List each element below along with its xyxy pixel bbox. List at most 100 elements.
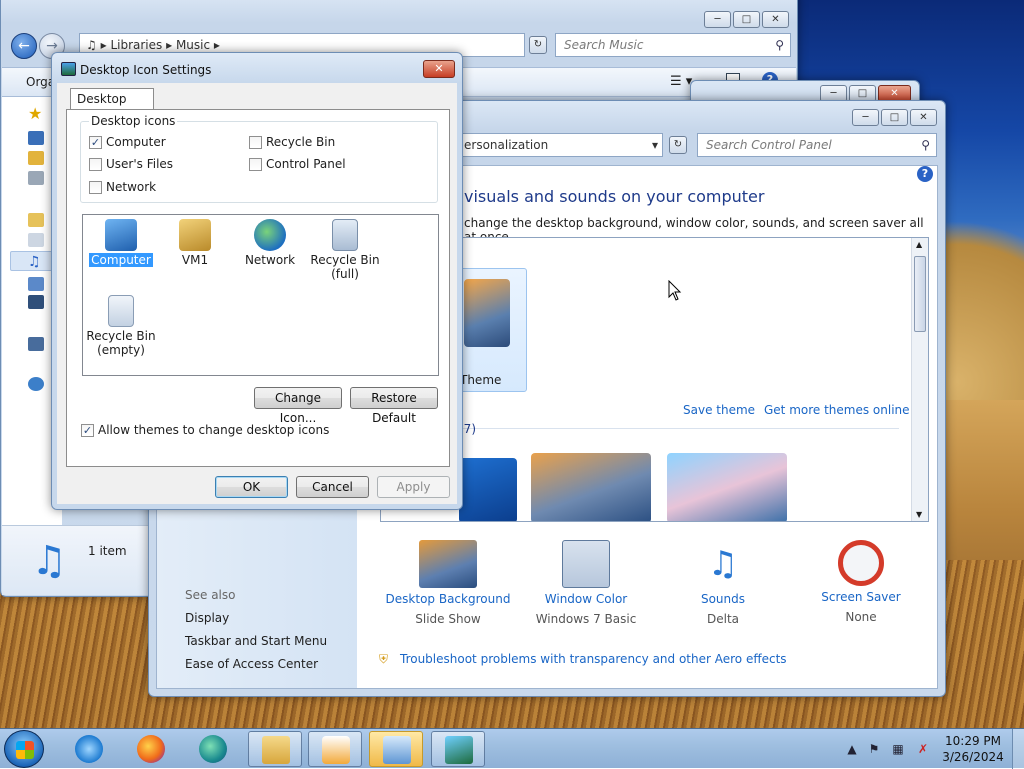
show-desktop-button[interactable] <box>1012 729 1024 769</box>
taskbar-internet-explorer[interactable] <box>62 731 116 767</box>
documents-icon[interactable] <box>28 233 44 247</box>
themes-scrollbar[interactable]: ▲ ▼ <box>911 238 928 521</box>
desktop-background-label[interactable]: Desktop Background <box>378 592 518 606</box>
apply-button[interactable]: Apply <box>377 476 450 498</box>
architecture-theme-thumb[interactable] <box>531 453 651 521</box>
volume-muted-icon[interactable]: ✗ <box>916 742 930 756</box>
display-link[interactable]: Display <box>185 611 229 625</box>
save-theme-link[interactable]: Save theme <box>683 403 755 417</box>
scroll-thumb[interactable] <box>914 256 926 332</box>
recycle-bin-full-line1: Recycle Bin <box>310 253 380 267</box>
chevron-down-icon[interactable]: ▾ <box>652 134 658 156</box>
checkbox-control-panel-box[interactable] <box>249 157 262 171</box>
checkbox-allow-themes[interactable]: ✓ Allow themes to change desktop icons <box>81 423 329 437</box>
views-icon[interactable]: ☰ ▾ <box>670 74 692 89</box>
dialog-close-button[interactable]: ✕ <box>423 60 455 78</box>
help-icon[interactable]: ? <box>917 166 933 182</box>
desktop-icon-settings-dialog: Desktop Icon Settings ✕ Desktop Icons De… <box>51 52 463 510</box>
maximize-button[interactable]: □ <box>881 109 908 126</box>
close-button[interactable]: ✕ <box>762 11 789 28</box>
ease-of-access-link[interactable]: Ease of Access Center <box>185 657 318 671</box>
window-color-label[interactable]: Window Color <box>516 592 656 606</box>
taskbar-desktop-icon-settings[interactable] <box>431 731 485 767</box>
checkbox-allow-themes-box[interactable]: ✓ <box>81 423 94 437</box>
taskbar-control-panel[interactable] <box>369 731 423 767</box>
file-explorer-icon <box>262 736 290 764</box>
window-color-item[interactable]: Window Color Windows 7 Basic <box>516 540 656 626</box>
checkbox-network[interactable]: Network <box>89 180 156 194</box>
computer-nav-icon[interactable] <box>28 337 44 351</box>
recycle-bin-full-list-item[interactable]: Recycle Bin (full) <box>307 219 383 281</box>
checkbox-users-files[interactable]: User's Files <box>89 157 173 171</box>
refresh-icon[interactable]: ↻ <box>529 36 547 54</box>
change-icon-button[interactable]: Change Icon... <box>254 387 342 425</box>
characters-theme-thumb[interactable] <box>667 453 787 521</box>
scroll-up-icon[interactable]: ▲ <box>916 240 922 249</box>
downloads-icon[interactable] <box>28 151 44 165</box>
recent-places-icon[interactable] <box>28 171 44 185</box>
pictures-icon[interactable] <box>28 277 44 291</box>
desktop-background-item[interactable]: Desktop Background Slide Show <box>378 540 518 626</box>
clock[interactable]: 10:29 PM 3/26/2024 <box>940 733 1006 765</box>
checkbox-control-panel[interactable]: Control Panel <box>249 157 346 171</box>
sounds-value: Delta <box>706 612 739 626</box>
videos-icon[interactable] <box>28 295 44 309</box>
checkbox-computer[interactable]: ✓ Computer <box>89 135 166 149</box>
checkbox-control-panel-label: Control Panel <box>266 157 346 171</box>
scroll-down-icon[interactable]: ▼ <box>916 510 922 519</box>
user-folder-icon <box>179 219 211 251</box>
windows7-theme-thumb[interactable] <box>459 458 517 521</box>
taskbar-edge[interactable] <box>186 731 240 767</box>
network-nav-icon[interactable] <box>28 377 44 391</box>
theme-preview-image <box>464 279 510 347</box>
sounds-icon: ♫ <box>707 544 739 584</box>
refresh-icon[interactable]: ↻ <box>669 136 687 154</box>
window-color-value: Windows 7 Basic <box>535 612 637 626</box>
checkbox-users-files-box[interactable] <box>89 157 102 171</box>
favorites-star-icon[interactable]: ★ <box>28 106 44 122</box>
taskbar-media-player[interactable] <box>308 731 362 767</box>
taskbar-firefox[interactable] <box>124 731 178 767</box>
screen-saver-item[interactable]: Screen Saver None <box>791 540 931 624</box>
unsaved-theme-tile[interactable]: Theme <box>459 268 527 392</box>
dialog-client: Desktop Icons Desktop icons ✓ Computer R… <box>57 83 457 504</box>
explorer-search-input[interactable]: Search Music ⚲ <box>555 33 791 57</box>
sounds-item[interactable]: ♫ Sounds Delta <box>653 540 793 626</box>
recycle-bin-empty-list-item[interactable]: Recycle Bin (empty) <box>83 295 159 357</box>
cancel-button[interactable]: Cancel <box>296 476 369 498</box>
ok-button[interactable]: OK <box>215 476 288 498</box>
restore-default-button[interactable]: Restore Default <box>350 387 438 425</box>
group-label: Desktop icons <box>89 114 178 128</box>
action-center-flag-icon[interactable]: ⚑ <box>867 742 881 756</box>
close-button[interactable]: ✕ <box>910 109 937 126</box>
tab-desktop-icons[interactable]: Desktop Icons <box>70 88 154 126</box>
minimize-button[interactable]: ─ <box>852 109 879 126</box>
desktop-icon[interactable] <box>28 131 44 145</box>
cp-search-input[interactable]: Search Control Panel ⚲ <box>697 133 937 157</box>
minimize-button[interactable]: ─ <box>704 11 731 28</box>
network-list-item[interactable]: Network <box>232 219 308 267</box>
libraries-icon[interactable] <box>28 213 44 227</box>
vm1-list-item[interactable]: VM1 <box>157 219 233 267</box>
edge-icon <box>199 735 227 763</box>
checkbox-recycle-bin[interactable]: Recycle Bin <box>249 135 335 149</box>
get-more-themes-link[interactable]: Get more themes online <box>764 403 910 417</box>
sounds-label[interactable]: Sounds <box>653 592 793 606</box>
computer-list-item[interactable]: Computer <box>83 219 159 268</box>
breadcrumb-personalization[interactable]: ersonalization <box>464 138 548 152</box>
maximize-button[interactable]: □ <box>733 11 760 28</box>
taskbar-start-menu-link[interactable]: Taskbar and Start Menu <box>185 634 327 648</box>
cp-address-bar[interactable]: ersonalization ▾ <box>457 133 663 157</box>
back-button[interactable]: ← <box>11 33 37 59</box>
network-tray-icon[interactable]: ▦ <box>891 742 905 756</box>
breadcrumb-libraries[interactable]: Libraries <box>110 38 162 52</box>
troubleshoot-link[interactable]: Troubleshoot problems with transparency … <box>400 652 787 666</box>
breadcrumb-music[interactable]: Music <box>176 38 210 52</box>
taskbar-file-explorer[interactable] <box>248 731 302 767</box>
show-hidden-icons-icon[interactable]: ▲ <box>845 742 859 756</box>
screen-saver-label[interactable]: Screen Saver <box>791 590 931 604</box>
start-button[interactable] <box>4 730 44 768</box>
checkbox-network-box[interactable] <box>89 180 102 194</box>
checkbox-recycle-bin-box[interactable] <box>249 135 262 149</box>
checkbox-computer-box[interactable]: ✓ <box>89 135 102 149</box>
